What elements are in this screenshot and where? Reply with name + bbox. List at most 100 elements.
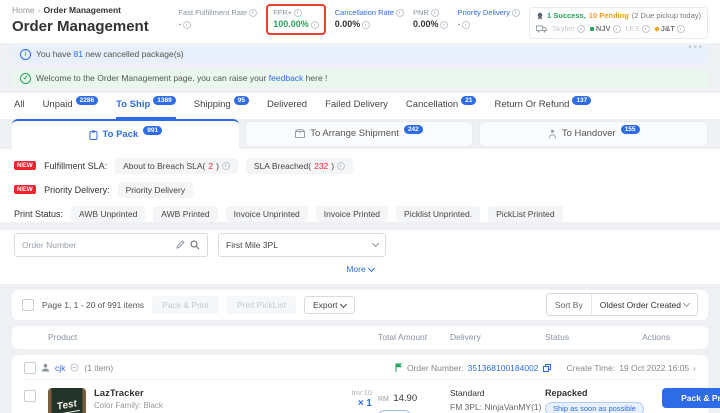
stat-label: PNR: [413, 7, 429, 18]
product-checkbox[interactable]: [24, 390, 36, 402]
order-number-link[interactable]: 351368100184002: [468, 363, 539, 373]
tab-unpaid[interactable]: Unpaid2286: [43, 93, 99, 119]
info-icon[interactable]: [431, 9, 439, 17]
first-mile-3pl-select[interactable]: First Mile 3PL: [218, 233, 386, 257]
info-icon[interactable]: [294, 9, 302, 17]
chip-sla-breached[interactable]: SLA Breached(232): [246, 158, 353, 174]
tab-to-ship[interactable]: To Ship1389: [116, 93, 176, 119]
chevron-down-icon: [368, 264, 375, 271]
info-icon[interactable]: [642, 25, 650, 33]
info-icon[interactable]: [222, 162, 230, 170]
tab-cancellation[interactable]: Cancellation21: [406, 93, 477, 119]
ship-asap-pill: Ship as soon as possible: [545, 402, 644, 413]
product-cell: Test LazTracker Color Family: Black Sell…: [48, 388, 333, 413]
green-status-dot: [590, 27, 594, 31]
truck-icon: [536, 25, 547, 33]
stat-value: -: [178, 18, 181, 32]
sort-by-select[interactable]: Sort By Oldest Order Created: [546, 293, 698, 316]
info-icon[interactable]: [311, 21, 319, 29]
export-button[interactable]: Export: [304, 296, 355, 314]
stats-carousel-dots[interactable]: •••: [689, 42, 704, 52]
info-icon[interactable]: [613, 25, 621, 33]
info-icon[interactable]: [577, 25, 585, 33]
chip-priority-delivery[interactable]: Priority Delivery: [118, 182, 194, 198]
subtab-to-arrange-shipment[interactable]: To Arrange Shipment242: [245, 121, 474, 147]
feedback-link[interactable]: feedback: [269, 73, 304, 83]
tab-shipping[interactable]: Shipping95: [194, 93, 249, 119]
chat-icon[interactable]: [70, 363, 79, 372]
breadcrumb-current: Order Management: [44, 5, 121, 15]
info-icon[interactable]: [462, 21, 470, 29]
item-count: (1 item): [84, 363, 113, 373]
product-name[interactable]: LazTracker: [94, 388, 290, 399]
status-value: Repacked: [545, 388, 662, 398]
stat-ffr-plus-highlighted: FFR+ 100.00%: [266, 4, 326, 35]
pack-print-button-disabled[interactable]: Pack & Print: [152, 296, 219, 314]
info-icon[interactable]: [249, 9, 257, 17]
print-picklist-button-disabled[interactable]: Print PickList: [227, 296, 296, 314]
info-icon[interactable]: [337, 162, 345, 170]
subtab-to-pack[interactable]: To Pack991: [12, 119, 239, 149]
stat-value: -: [457, 18, 460, 32]
chip-picklist-unprinted[interactable]: Picklist Unprinted.: [396, 206, 480, 222]
expand-arrow-icon[interactable]: ›: [693, 363, 696, 373]
subtab-badge: 991: [143, 126, 162, 136]
sort-by-value: Oldest Order Created: [592, 300, 697, 310]
order-row-body: Test LazTracker Color Family: Black Sell…: [24, 380, 696, 413]
edit-pen-icon[interactable]: [176, 240, 185, 249]
order-number-label: Order Number:: [407, 363, 464, 373]
chip-invoice-printed[interactable]: Invoice Printed: [316, 206, 388, 222]
subtab-badge: 242: [404, 125, 423, 135]
info-icon[interactable]: [512, 9, 520, 17]
tab-delivered[interactable]: Delivered: [267, 93, 307, 119]
tab-failed-delivery[interactable]: Failed Delivery: [325, 93, 388, 119]
courier-njv[interactable]: NJV: [590, 23, 621, 36]
copy-icon[interactable]: [543, 364, 551, 372]
info-circle-icon: i: [20, 49, 31, 60]
chip-picklist-printed[interactable]: PickList Printed: [488, 206, 563, 222]
courier-lex[interactable]: LEX: [626, 23, 650, 36]
tab-badge: 21: [461, 96, 476, 106]
buyer-name[interactable]: cjk: [55, 363, 65, 373]
col-delivery: Delivery: [450, 332, 545, 342]
courier-skyfier[interactable]: Skyfier: [552, 23, 585, 36]
stat-value: 0.00%: [413, 18, 439, 32]
tab-all[interactable]: All: [14, 93, 25, 119]
chip-invoice-unprinted[interactable]: Invoice Unprinted: [226, 206, 308, 222]
courier-jt[interactable]: J&T: [655, 23, 685, 36]
status-actions-cell: Repacked Ship as soon as possible SLA Br…: [545, 388, 720, 413]
order-number-input[interactable]: Order Number: [14, 233, 208, 257]
info-icon[interactable]: [440, 21, 448, 29]
col-product: Product: [48, 332, 333, 342]
info-icon[interactable]: [677, 25, 685, 33]
fulfillment-sla-filter-row: NEW Fulfillment SLA: About to Breach SLA…: [14, 158, 706, 174]
chevron-down-icon: [683, 300, 690, 307]
info-icon[interactable]: [396, 9, 404, 17]
pack-print-button[interactable]: Pack & Print: [662, 388, 720, 408]
stat-pnr: PNR 0.00%: [413, 7, 449, 32]
due-pickup-text: (2 Due pickup today): [632, 10, 701, 23]
select-all-checkbox[interactable]: [22, 299, 34, 311]
chip-about-to-breach-sla[interactable]: About to Breach SLA(2): [115, 158, 238, 174]
inventory-count: Inv:10: [333, 388, 372, 397]
chip-awb-printed[interactable]: AWB Printed: [153, 206, 217, 222]
to-handover-icon: [548, 129, 557, 139]
order-checkbox[interactable]: [24, 362, 36, 374]
chip-awb-unprinted[interactable]: AWB Unprinted: [71, 206, 145, 222]
info-icon[interactable]: [362, 21, 370, 29]
cancelled-packages-notice: i You have 81 new cancelled package(s): [12, 46, 708, 63]
new-badge: NEW: [14, 185, 36, 194]
more-filters-link[interactable]: More: [0, 257, 720, 284]
breadcrumb-home[interactable]: Home: [12, 5, 35, 15]
search-icon[interactable]: [190, 240, 200, 250]
subtab-to-handover[interactable]: To Handover155: [479, 121, 708, 147]
tab-return-or-refund[interactable]: Return Or Refund137: [494, 93, 591, 119]
cancelled-count-link[interactable]: 81: [74, 49, 83, 59]
info-icon[interactable]: [183, 21, 191, 29]
stat-label: Priority Delivery: [457, 7, 510, 18]
to-ship-subtabs: To Pack991 To Arrange Shipment242 To Han…: [0, 119, 720, 149]
filter-label: Priority Delivery:: [44, 185, 110, 195]
order-row: cjk (1 item) Order Number: 3513681001840…: [12, 355, 708, 413]
product-image[interactable]: Test: [48, 388, 86, 413]
check-circle-icon: ✓: [20, 73, 31, 84]
